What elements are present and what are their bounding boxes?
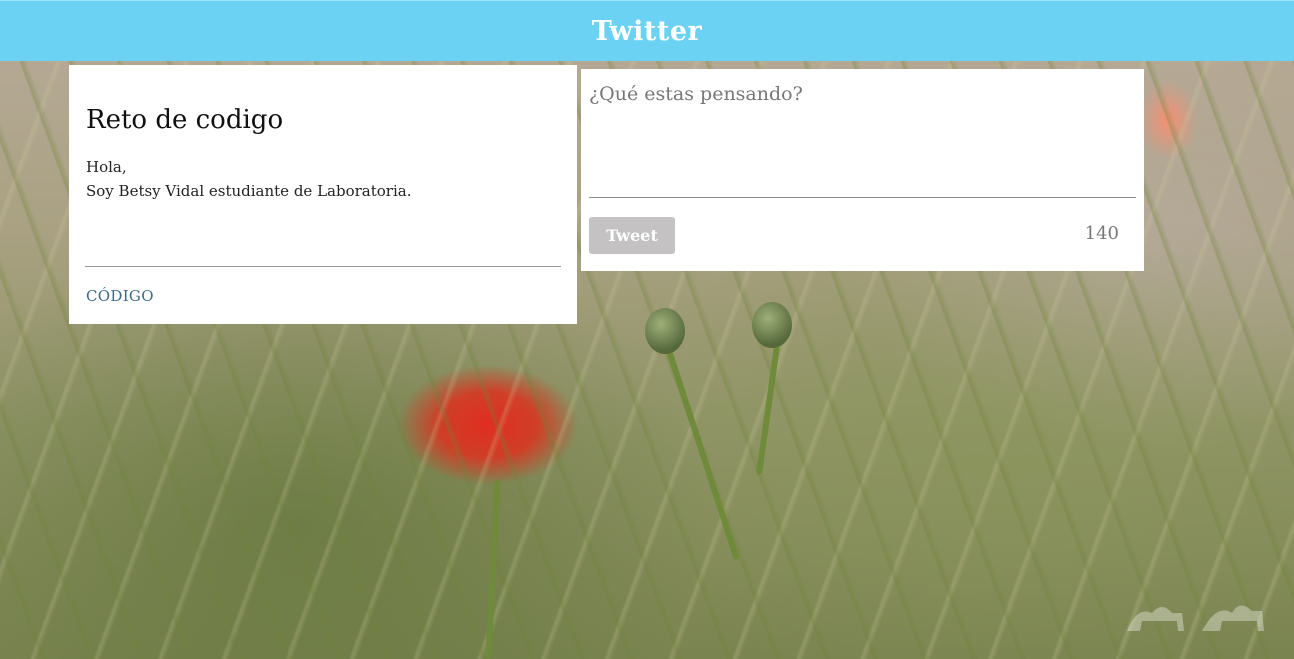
card-body: Hola, Soy Betsy Vidal estudiante de Labo…: [86, 155, 411, 203]
card-intro: Soy Betsy Vidal estudiante de Laboratori…: [86, 182, 412, 200]
camel-watermark-icon: [1127, 605, 1264, 631]
app-title: Twitter: [591, 15, 703, 47]
tweet-button[interactable]: Tweet: [589, 217, 675, 254]
poppy-bud: [645, 308, 685, 354]
code-link[interactable]: CÓDIGO: [86, 287, 154, 305]
tweet-input[interactable]: [589, 83, 1136, 198]
char-counter: 140: [1084, 223, 1119, 244]
poppy-bud: [752, 302, 792, 348]
tweet-composer: Tweet 140: [581, 69, 1144, 271]
top-bar: Twitter: [0, 0, 1294, 61]
card-title: Reto de codigo: [86, 105, 284, 135]
card-greeting: Hola,: [86, 158, 127, 176]
card-divider: [85, 266, 561, 267]
profile-card: Reto de codigo Hola, Soy Betsy Vidal est…: [69, 65, 577, 324]
